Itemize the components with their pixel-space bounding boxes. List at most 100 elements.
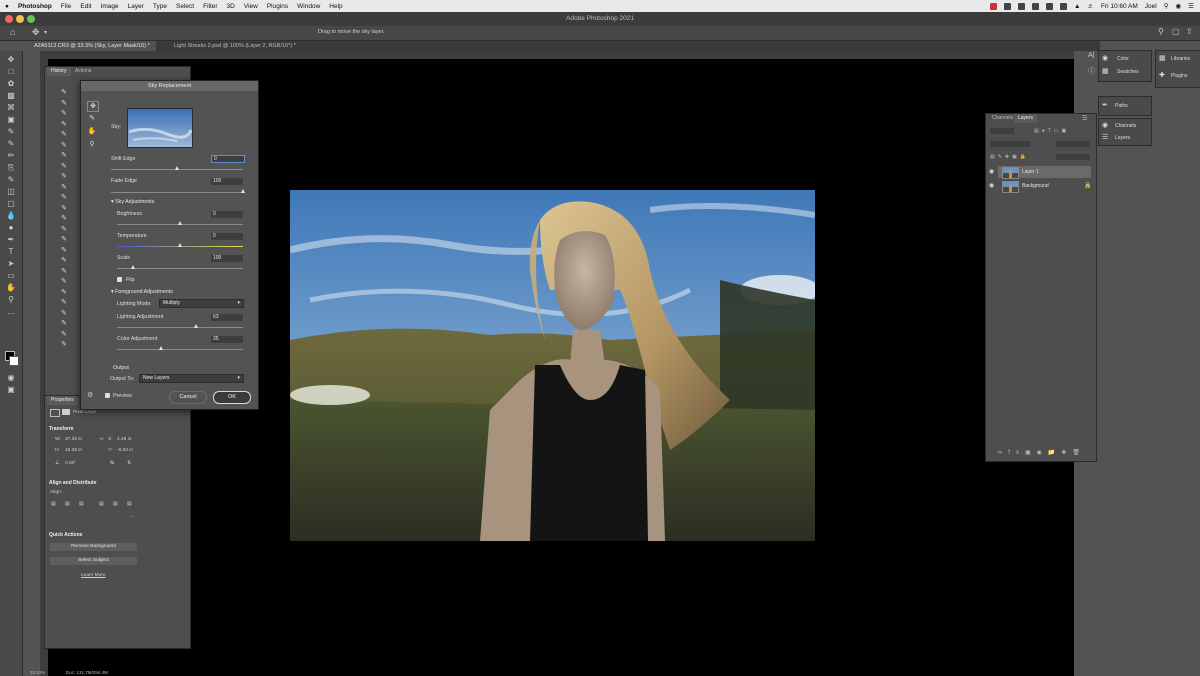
menu-edit[interactable]: Edit xyxy=(80,3,91,10)
height-field[interactable]: 18.36 in xyxy=(65,448,82,453)
lighting-mode-dropdown[interactable]: Multiply ▾ xyxy=(159,299,244,308)
hand-tool-icon[interactable]: ✋ xyxy=(4,283,18,292)
channels-label[interactable]: Channels xyxy=(1115,123,1136,129)
flip-vertical-icon[interactable]: ⇅ xyxy=(127,461,131,466)
layer-row[interactable]: ◉ Background 🔒 xyxy=(989,180,1091,193)
slider-thumb[interactable] xyxy=(131,265,136,269)
layers-label[interactable]: Layers xyxy=(1115,135,1130,141)
align-right-icon[interactable]: ▤ xyxy=(79,502,84,507)
search-icon[interactable]: ⚲ xyxy=(1158,27,1164,36)
mask-icon[interactable] xyxy=(62,409,70,415)
sky-move-tool-icon[interactable]: ✥ xyxy=(87,101,99,112)
screen-mode-icon[interactable]: ▣ xyxy=(4,385,18,394)
cancel-button[interactable]: Cancel xyxy=(169,391,207,404)
menu-select[interactable]: Select xyxy=(176,3,194,10)
status-icon[interactable] xyxy=(1004,2,1011,10)
healing-tool-icon[interactable]: ✎ xyxy=(4,139,18,148)
eyedropper-tool-icon[interactable]: ✎ xyxy=(4,127,18,136)
settings-icon[interactable]: ⚙ xyxy=(87,391,93,399)
background-color-swatch[interactable] xyxy=(9,356,19,366)
fade-edge-slider[interactable] xyxy=(111,189,245,193)
temperature-slider[interactable] xyxy=(117,243,243,247)
eye-icon[interactable]: ◉ xyxy=(989,166,994,178)
more-tools-icon[interactable]: … xyxy=(4,307,18,316)
scale-slider[interactable] xyxy=(117,265,243,269)
foreground-adjustments-heading[interactable]: ▾ Foreground Adjustments xyxy=(111,289,173,295)
layer-actions[interactable]: ∞fx▣◉📁✚🗑 xyxy=(998,449,1086,456)
document-image[interactable] xyxy=(290,190,815,541)
status-icon[interactable] xyxy=(1060,2,1067,10)
align-top-icon[interactable]: ▤ xyxy=(99,502,104,507)
swatches-label[interactable]: Swatches xyxy=(1117,69,1139,75)
menu-view[interactable]: View xyxy=(244,3,258,10)
x-field[interactable]: 4.48 in xyxy=(117,437,131,442)
menu-photoshop[interactable]: Photoshop xyxy=(18,3,52,10)
slider-thumb[interactable] xyxy=(159,346,164,350)
volume-icon[interactable]: ♬ xyxy=(1087,3,1094,10)
layers-icon[interactable]: ☰ xyxy=(1102,133,1108,141)
gradient-tool-icon[interactable]: ▢ xyxy=(4,199,18,208)
fill-field[interactable] xyxy=(1056,154,1090,160)
path-select-tool-icon[interactable]: ➤ xyxy=(4,259,18,268)
more-icon[interactable]: … xyxy=(129,514,134,519)
shift-edge-slider[interactable] xyxy=(111,166,243,170)
align-left-icon[interactable]: ▤ xyxy=(51,502,56,507)
status-icon[interactable] xyxy=(1032,2,1039,10)
search-icon[interactable]: ⚲ xyxy=(1164,2,1169,10)
status-icon[interactable] xyxy=(990,2,997,10)
slider-thumb[interactable] xyxy=(241,189,245,193)
libraries-label[interactable]: Libraries xyxy=(1171,56,1190,62)
type-tool-icon[interactable]: T xyxy=(4,247,18,256)
remove-background-button[interactable]: Remove Background xyxy=(50,543,137,551)
brush-tool-icon[interactable]: ✏ xyxy=(4,151,18,160)
workspace-icon[interactable]: ▢ xyxy=(1172,27,1180,36)
object-select-tool-icon[interactable]: ▩ xyxy=(4,91,18,100)
preview-checkbox[interactable] xyxy=(105,393,110,398)
marquee-tool-icon[interactable]: □ xyxy=(4,67,18,76)
menu-filter[interactable]: Filter xyxy=(203,3,217,10)
info-icon[interactable]: ⓘ xyxy=(1088,66,1095,76)
home-icon[interactable]: ⌂ xyxy=(10,27,15,37)
panel-menu-icon[interactable]: ☰ xyxy=(1082,115,1087,122)
plugins-icon[interactable]: ✚ xyxy=(1159,71,1165,79)
paths-label[interactable]: Paths xyxy=(1115,103,1128,109)
lighting-adjustment-value[interactable]: 63 xyxy=(211,314,243,321)
menu-window[interactable]: Window xyxy=(297,3,320,10)
align-bottom-icon[interactable]: ▤ xyxy=(127,502,132,507)
flip-checkbox[interactable] xyxy=(117,277,122,282)
adjustments-icon[interactable]: A| xyxy=(1088,52,1095,59)
blur-tool-icon[interactable]: 💧 xyxy=(4,211,18,220)
width-field[interactable]: 37.36 in xyxy=(65,437,82,442)
lock-icons[interactable]: ▤✎✥▣🔒 xyxy=(990,154,1029,160)
flip-horizontal-icon[interactable]: ↹ xyxy=(110,461,114,466)
lighting-adjustment-slider[interactable] xyxy=(117,324,243,328)
slider-thumb[interactable] xyxy=(175,166,179,170)
opacity-field[interactable] xyxy=(1056,141,1090,147)
align-center-icon[interactable]: ▤ xyxy=(65,502,70,507)
menu-3d[interactable]: 3D xyxy=(227,3,235,10)
wifi-icon[interactable]: ▲ xyxy=(1074,3,1080,10)
slider-thumb[interactable] xyxy=(178,221,182,225)
paths-icon[interactable]: ✒ xyxy=(1102,101,1108,109)
sky-adjustments-heading[interactable]: ▾ Sky Adjustments xyxy=(111,199,154,205)
menu-plugins[interactable]: Plugins xyxy=(267,3,288,10)
lasso-tool-icon[interactable]: ✿ xyxy=(4,79,18,88)
dodge-tool-icon[interactable]: ● xyxy=(4,223,18,232)
eraser-tool-icon[interactable]: ◫ xyxy=(4,187,18,196)
color-adjustment-value[interactable]: 35 xyxy=(211,336,243,343)
quick-mask-icon[interactable]: ◉ xyxy=(4,373,18,382)
status-icon[interactable] xyxy=(1046,2,1053,10)
chevron-down-icon[interactable]: ▾ xyxy=(44,29,47,36)
slider-thumb[interactable] xyxy=(178,243,182,247)
blend-mode-dropdown[interactable] xyxy=(990,141,1030,147)
apple-icon[interactable]: ● xyxy=(5,3,9,10)
tab-layers[interactable]: Layers xyxy=(1014,114,1038,123)
zoom-tool-icon[interactable]: ⚲ xyxy=(4,295,18,304)
menu-layer[interactable]: Layer xyxy=(128,3,144,10)
user-name[interactable]: Joel xyxy=(1145,3,1157,10)
link-icon[interactable]: ∞ xyxy=(100,437,103,442)
menu-type[interactable]: Type xyxy=(153,3,167,10)
scale-value[interactable]: 100 xyxy=(211,255,243,262)
menu-file[interactable]: File xyxy=(61,3,71,10)
history-brush-tool-icon[interactable]: ✎ xyxy=(4,175,18,184)
